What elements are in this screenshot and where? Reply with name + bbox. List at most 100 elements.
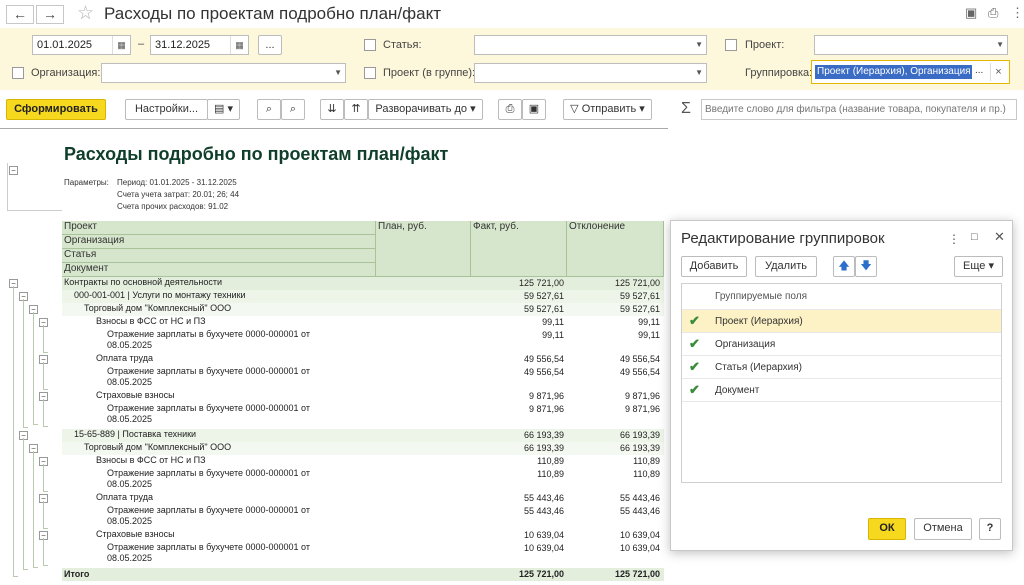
- table-row[interactable]: Отражение зарплаты в бухучете 0000-00000…: [62, 505, 664, 529]
- table-row[interactable]: Отражение зарплаты в бухучете 0000-00000…: [62, 329, 664, 353]
- proekt-checkbox[interactable]: [725, 39, 737, 51]
- table-row[interactable]: Торговый дом "Комплексный" ООО 66 193,39 6…: [62, 442, 664, 455]
- cell-fakt: 66 193,39: [523, 430, 564, 440]
- proekt-v-gruppe-field[interactable]: ▼: [474, 63, 707, 83]
- move-down-button[interactable]: 🡇: [855, 256, 877, 277]
- row-name: Отражение зарплаты в бухучете 0000-00000…: [107, 468, 310, 489]
- chevron-down-icon[interactable]: ▼: [695, 36, 703, 54]
- cell-fakt: 49 556,54: [523, 367, 564, 377]
- close-icon[interactable]: ✕: [994, 229, 1005, 245]
- date-to-input[interactable]: 31.12.2025 ▦: [150, 35, 249, 55]
- maximize-icon[interactable]: □: [971, 231, 978, 243]
- table-row[interactable]: Взносы в ФСС от НС и ПЗ 99,11 99,11: [62, 316, 664, 329]
- calendar-icon[interactable]: ▦: [112, 36, 130, 54]
- period-more-button[interactable]: ...: [258, 35, 282, 55]
- chevron-down-icon[interactable]: ▼: [996, 36, 1004, 54]
- more-vertical-icon[interactable]: ⋮: [1011, 5, 1024, 21]
- date-from-input[interactable]: 01.01.2025 ▦: [32, 35, 131, 55]
- organizaciya-checkbox[interactable]: [12, 67, 24, 79]
- arrow-up-icon: 🡅: [838, 260, 850, 272]
- list-item[interactable]: ✔ Статья (Иерархия): [682, 356, 1001, 379]
- row-name: Отражение зарплаты в бухучете 0000-00000…: [107, 403, 310, 424]
- checkbox-checked-icon[interactable]: ✔: [689, 337, 701, 350]
- proekt-label: Проект:: [745, 39, 785, 51]
- ok-button[interactable]: ОК: [868, 518, 906, 540]
- table-row[interactable]: Страховые взносы 10 639,04 10 639,04: [62, 529, 664, 542]
- cell-otkl: 99,11: [638, 317, 660, 327]
- param-period: Период: 01.01.2025 - 31.12.2025: [117, 178, 237, 187]
- calendar-icon[interactable]: ▦: [230, 36, 248, 54]
- help-button[interactable]: ?: [979, 518, 1001, 540]
- sformirovat-button[interactable]: Сформировать: [6, 99, 106, 120]
- row-name: Страховые взносы: [96, 529, 175, 539]
- gruppirovka-value[interactable]: Проект (Иерархия), Организация: [815, 65, 972, 79]
- table-row[interactable]: Отражение зарплаты в бухучете 0000-00000…: [62, 542, 664, 566]
- settings-button[interactable]: Настройки...: [125, 99, 208, 120]
- filter-search-input[interactable]: [701, 99, 1017, 120]
- printer-icon: ⎙: [505, 103, 515, 115]
- sum-icon[interactable]: Σ: [681, 100, 691, 118]
- chevron-down-icon[interactable]: ▼: [334, 64, 342, 82]
- proekt-field[interactable]: ▼: [814, 35, 1008, 55]
- list-item[interactable]: ✔ Организация: [682, 333, 1001, 356]
- row-name: 15-65-889 | Поставка техники: [74, 429, 197, 439]
- table-row[interactable]: Отражение зарплаты в бухучете 0000-00000…: [62, 468, 664, 492]
- expand-levels-button[interactable]: ⇊: [320, 99, 344, 120]
- checkbox-checked-icon[interactable]: ✔: [689, 360, 701, 373]
- collapse-levels-button[interactable]: ⇈: [344, 99, 368, 120]
- variants-button[interactable]: ▤ ▾: [207, 99, 240, 120]
- cancel-button[interactable]: Отмена: [914, 518, 972, 540]
- favorite-star-icon[interactable]: ☆: [77, 2, 94, 25]
- window-title: Расходы по проектам подробно план/факт: [104, 4, 441, 23]
- table-row[interactable]: Отражение зарплаты в бухучете 0000-00000…: [62, 366, 664, 390]
- report-title: Расходы подробно по проектам план/факт: [64, 144, 449, 164]
- total-row[interactable]: Итого 125 721,00 125 721,00: [62, 568, 664, 581]
- eshche-button[interactable]: Еще ▾: [954, 256, 1003, 277]
- statya-field[interactable]: ▼: [474, 35, 707, 55]
- preview-button[interactable]: ▣: [522, 99, 546, 120]
- otpravit-button[interactable]: ▽ Отправить ▾: [563, 99, 652, 120]
- back-button[interactable]: ←: [6, 5, 34, 24]
- checkbox-checked-icon[interactable]: ✔: [689, 314, 701, 327]
- header-dokument: Документ: [62, 263, 376, 277]
- gruppirovka-more-button[interactable]: ...: [975, 65, 983, 76]
- list-item[interactable]: ✔ Проект (Иерархия): [682, 310, 1001, 333]
- gruppirovka-field[interactable]: Проект (Иерархия), Организация ... ×: [811, 60, 1010, 84]
- table-row[interactable]: Контракты по основной деятельности 125 72…: [62, 277, 664, 290]
- table-row[interactable]: Торговый дом "Комплексный" ООО 59 527,61 5…: [62, 303, 664, 316]
- cell-fakt: 9 871,96: [528, 391, 564, 401]
- table-row[interactable]: 15-65-889 | Поставка техники 66 193,39 66 …: [62, 429, 664, 442]
- table-row[interactable]: Отражение зарплаты в бухучете 0000-00000…: [62, 403, 664, 427]
- search-button[interactable]: ⌕: [257, 99, 281, 120]
- proekt-v-gruppe-checkbox[interactable]: [364, 67, 376, 79]
- dobavit-button[interactable]: Добавить: [681, 256, 747, 277]
- move-up-button[interactable]: 🡅: [833, 256, 855, 277]
- save-icon[interactable]: ▣: [965, 5, 977, 21]
- forward-button[interactable]: →: [36, 5, 64, 24]
- table-row[interactable]: Оплата труда 49 556,54 49 556,54: [62, 353, 664, 366]
- list-item[interactable]: ✔ Документ: [682, 379, 1001, 402]
- grouping-dialog: Редактирование группировок ⋮ □ ✕ Добавит…: [670, 220, 1013, 551]
- organizaciya-field[interactable]: ▼: [101, 63, 346, 83]
- udalit-button[interactable]: Удалить: [755, 256, 817, 277]
- print-button[interactable]: ⎙: [498, 99, 522, 120]
- table-row[interactable]: Оплата труда 55 443,46 55 443,46: [62, 492, 664, 505]
- clear-icon[interactable]: ×: [990, 63, 1006, 81]
- more-vertical-icon[interactable]: ⋮: [948, 232, 960, 246]
- razvorachivat-button[interactable]: Разворачивать до ▾: [368, 99, 483, 120]
- chevron-down-icon[interactable]: ▼: [695, 64, 703, 82]
- group-bracket: [43, 362, 48, 390]
- cell-fakt: 110,89: [537, 469, 564, 479]
- search-replace-button[interactable]: ⌕: [281, 99, 305, 120]
- group-bracket: [43, 464, 48, 492]
- cell-fakt: 59 527,61: [523, 291, 564, 301]
- checkbox-checked-icon[interactable]: ✔: [689, 383, 701, 396]
- header-statya: Статья: [62, 249, 376, 263]
- print-icon[interactable]: ⎙: [988, 5, 998, 21]
- table-row[interactable]: Страховые взносы 9 871,96 9 871,96: [62, 390, 664, 403]
- table-row[interactable]: Взносы в ФСС от НС и ПЗ 110,89 110,89: [62, 455, 664, 468]
- collapse-icon: ⇈: [351, 103, 361, 115]
- cell-otkl: 59 527,61: [619, 291, 660, 301]
- statya-checkbox[interactable]: [364, 39, 376, 51]
- table-row[interactable]: 000-001-001 | Услуги по монтажу техники 5…: [62, 290, 664, 303]
